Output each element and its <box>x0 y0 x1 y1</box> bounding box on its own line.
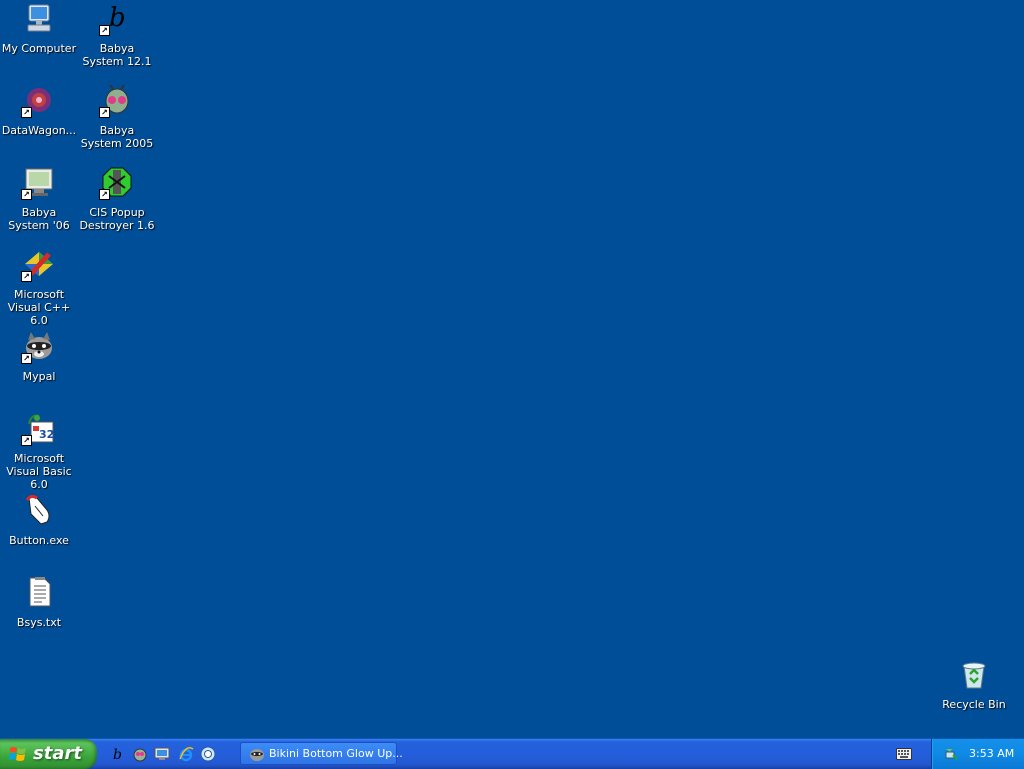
raccoon-icon: ↗ <box>21 330 55 364</box>
icon-label: Bsys.txt <box>16 616 62 629</box>
desktop-icon-recycle-bin[interactable]: Recycle Bin <box>935 656 1013 711</box>
icon-label: CIS Popup Destroyer 1.6 <box>79 206 155 232</box>
icon-label: Button.exe <box>9 534 69 547</box>
visual-basic-icon: 32 ↗ <box>21 412 55 446</box>
browser-icon[interactable] <box>200 746 216 762</box>
monitor-icon: ↗ <box>21 166 55 200</box>
alien-robot-icon[interactable] <box>132 746 148 762</box>
icon-label: Microsoft Visual Basic 6.0 <box>6 452 72 491</box>
shortcut-arrow-icon: ↗ <box>21 189 32 200</box>
shortcut-arrow-icon: ↗ <box>21 353 32 364</box>
keyboard-icon[interactable] <box>896 748 912 760</box>
desktop-icon-mypal[interactable]: ↗ Mypal <box>0 328 78 383</box>
start-label: start <box>33 743 82 764</box>
shortcut-arrow-icon: ↗ <box>21 107 32 118</box>
shortcut-arrow-icon: ↗ <box>99 107 110 118</box>
show-desktop-icon[interactable] <box>154 746 170 762</box>
start-button[interactable]: start <box>0 739 97 769</box>
network-icon[interactable] <box>943 746 959 762</box>
my-computer-icon <box>23 2 55 34</box>
desktop-icon-bsys-txt[interactable]: Bsys.txt <box>0 574 78 629</box>
visual-cpp-icon: ↗ <box>21 248 55 282</box>
shortcut-arrow-icon: ↗ <box>99 25 110 36</box>
babya-b-logo-icon: b ↗ <box>99 2 133 36</box>
windows-flag-icon <box>9 747 26 761</box>
taskbar-window-title: Bikini Bottom Glow Up... <box>269 747 403 760</box>
shortcut-arrow-icon: ↗ <box>99 189 110 200</box>
desktop-icon-cis-popup-destroyer[interactable]: ↗ CIS Popup Destroyer 1.6 <box>78 164 156 232</box>
icon-label: Mypal <box>22 370 56 383</box>
desktop: My Computer b ↗ Babya System 12.1 ↗ Data… <box>0 0 1024 738</box>
desktop-icon-babya-system-12-1[interactable]: b ↗ Babya System 12.1 <box>78 0 156 68</box>
datawagon-icon: ↗ <box>21 84 55 118</box>
desktop-icon-visual-basic[interactable]: 32 ↗ Microsoft Visual Basic 6.0 <box>0 410 78 491</box>
icon-label: Babya System 2005 <box>80 124 154 150</box>
svg-text:b: b <box>113 747 122 762</box>
taskbar-window-button[interactable]: Bikini Bottom Glow Up... <box>240 742 403 765</box>
icon-label: My Computer <box>1 42 77 55</box>
popup-destroyer-icon: ↗ <box>99 166 133 200</box>
text-file-icon <box>23 576 55 608</box>
babya-b-logo-icon[interactable]: b <box>110 746 126 762</box>
internet-explorer-icon[interactable] <box>178 746 194 762</box>
svg-text:b: b <box>109 3 126 33</box>
icon-label: Microsoft Visual C++ 6.0 <box>7 288 71 327</box>
svg-text:32: 32 <box>39 428 54 441</box>
icon-label: DataWagon... <box>1 124 77 137</box>
hand-pointer-icon <box>23 494 55 526</box>
desktop-icon-button-exe[interactable]: Button.exe <box>0 492 78 547</box>
desktop-icon-my-computer[interactable]: My Computer <box>0 0 78 55</box>
desktop-icon-babya-system-2005[interactable]: ↗ Babya System 2005 <box>78 82 156 150</box>
shortcut-arrow-icon: ↗ <box>21 271 32 282</box>
recycle-bin-icon <box>958 658 990 690</box>
desktop-icon-visual-cpp[interactable]: ↗ Microsoft Visual C++ 6.0 <box>0 246 78 327</box>
alien-robot-icon: ↗ <box>99 84 133 118</box>
desktop-icon-babya-system-06[interactable]: ↗ Babya System '06 <box>0 164 78 232</box>
system-tray: 3:53 AM <box>931 739 1024 769</box>
icon-label: Babya System '06 <box>8 206 70 232</box>
shortcut-arrow-icon: ↗ <box>21 435 32 446</box>
raccoon-icon <box>250 749 264 761</box>
desktop-icon-datawagon[interactable]: ↗ DataWagon... <box>0 82 78 137</box>
clock[interactable]: 3:53 AM <box>969 747 1014 760</box>
icon-label: Babya System 12.1 <box>82 42 152 68</box>
icon-label: Recycle Bin <box>942 698 1006 711</box>
taskbar: start b Bikini Bottom Glow Up... 3:53 AM <box>0 738 1024 769</box>
